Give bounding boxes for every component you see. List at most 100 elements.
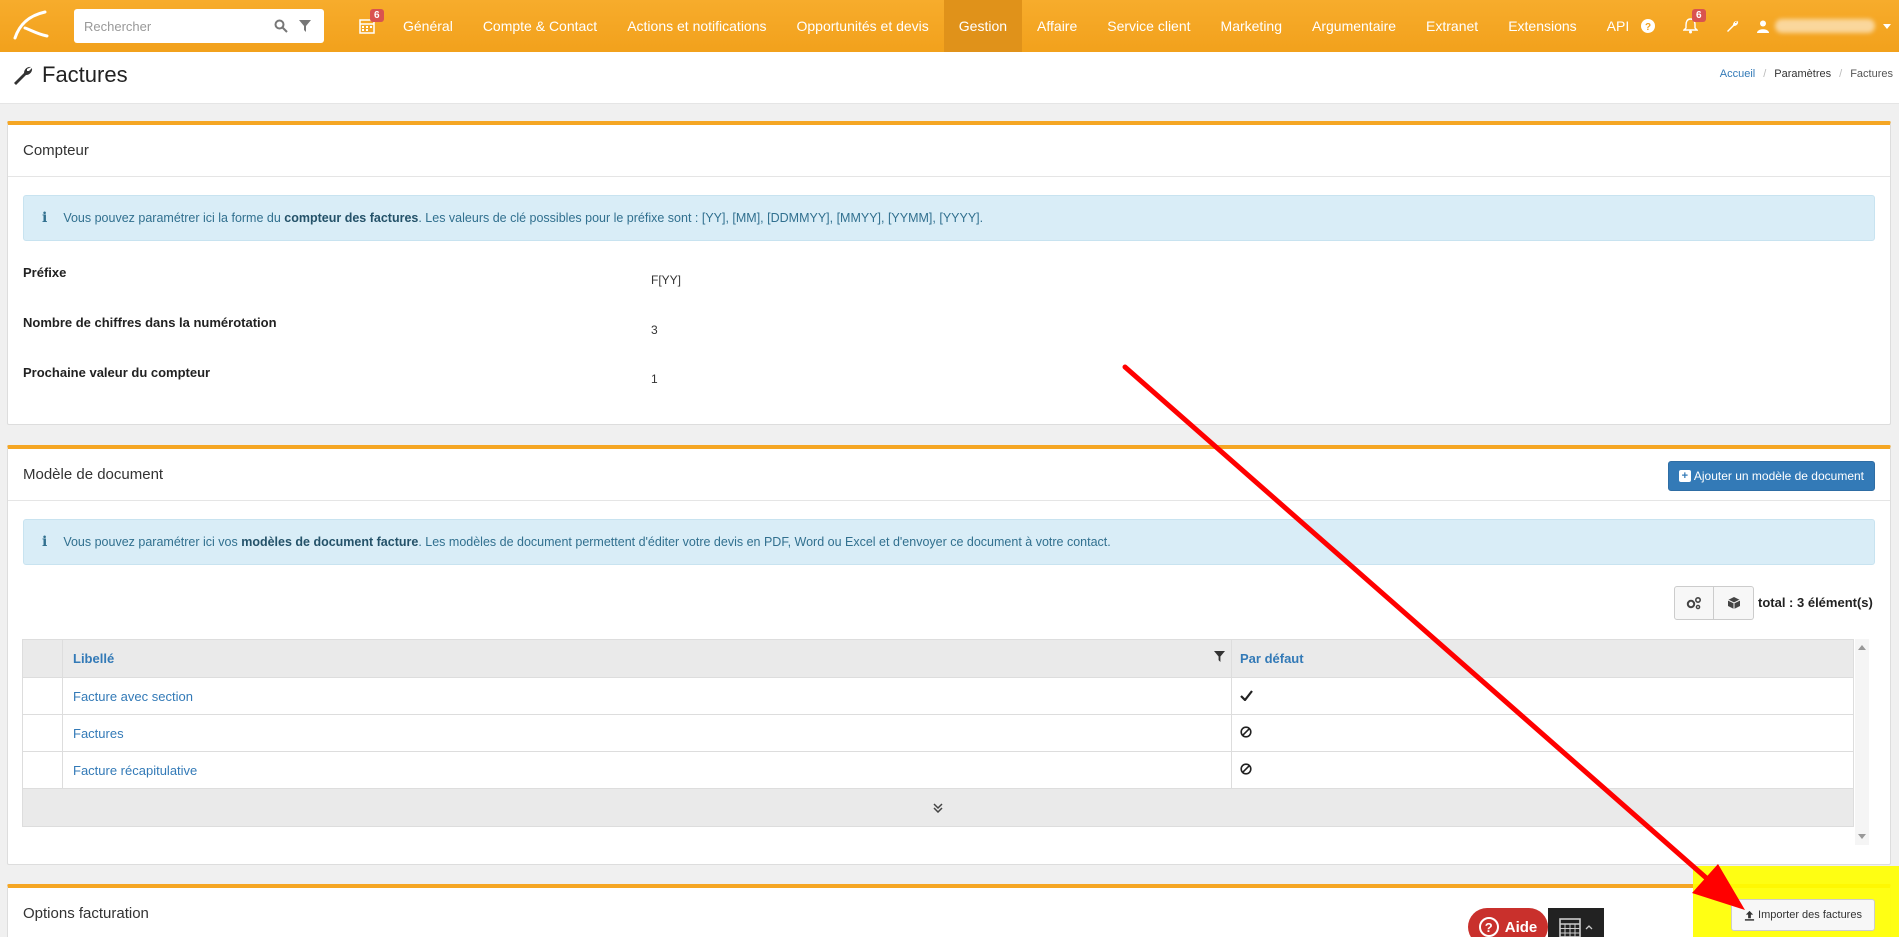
import-invoices-button[interactable]: Importer des factures [1731,899,1875,931]
upload-icon [1744,910,1755,921]
field-label-prefixe: Préfixe [23,265,67,280]
help-button[interactable]: ? [1627,0,1669,52]
row-default-cell [1232,715,1853,751]
field-value-nb-chiffres[interactable]: 3 [651,323,658,337]
nav-item-2[interactable]: Actions et notifications [612,0,781,52]
field-value-prochaine-valeur[interactable]: 1 [651,372,658,386]
calendar-floating-button[interactable] [1548,908,1604,937]
wrench-icon [14,66,33,85]
column-header-par-defaut[interactable]: Par défaut [1232,640,1853,677]
ban-icon [1240,725,1252,741]
main-menu: Général Compte & Contact Actions et notifi… [388,0,1644,52]
grid-total-count: total : 3 élément(s) [1758,595,1873,610]
breadcrumb-home[interactable]: Accueil [1720,68,1755,80]
user-name-redacted [1775,19,1875,33]
row-libelle-link[interactable]: Facture avec section [73,689,193,704]
nav-item-0[interactable]: Général [388,0,468,52]
settings-button[interactable] [1711,0,1753,52]
row-default-cell [1232,752,1853,788]
modele-heading-text: Modèle de document [23,466,164,483]
ban-icon [1240,762,1252,775]
modele-info-alert: i Vous pouvez paramétrer ici vos modèles… [23,519,1875,565]
options-panel: Options facturation [7,884,1891,937]
filter-icon[interactable] [296,17,314,35]
load-more-row[interactable] [23,789,1853,826]
table-row[interactable]: Factures [23,715,1853,752]
field-label-prochaine-valeur: Prochaine valeur du compteur [23,365,211,380]
breadcrumb-separator: / [1763,68,1767,80]
grid-export-button[interactable] [1714,586,1754,620]
notifications-button[interactable]: 6 [1669,0,1711,52]
svg-text:?: ? [1645,22,1651,33]
breadcrumb: Accueil / Paramètres / Factures [1720,68,1893,80]
nav-item-10[interactable]: Extensions [1493,0,1591,52]
table-scrollbar[interactable] [1855,639,1869,845]
column-header-libelle-label: Libellé [73,651,115,666]
notifications-badge: 6 [1692,9,1706,22]
nav-item-3[interactable]: Opportunités et devis [782,0,944,52]
row-select-cell[interactable] [23,715,63,751]
user-menu[interactable] [1753,0,1899,52]
page-title: Factures [12,62,128,88]
column-header-libelle[interactable]: Libellé [63,640,1232,677]
help-floating-button[interactable]: ? Aide [1468,908,1548,937]
row-select-cell[interactable] [23,752,63,788]
nav-item-6[interactable]: Service client [1092,0,1205,52]
app-logo[interactable] [0,0,60,52]
nav-item-9[interactable]: Extranet [1411,0,1493,52]
calendar-badge: 6 [370,9,384,22]
compteur-info-text: Vous pouvez paramétrer ici la forme du c… [63,211,984,225]
double-chevron-down-icon [933,802,943,813]
field-label-nb-chiffres: Nombre de chiffres dans la numérotation [23,315,277,330]
options-heading: Options facturation [8,888,1890,937]
ban-icon [1240,725,1252,738]
calendar-icon [1559,918,1581,937]
wrench-icon [1726,20,1738,32]
row-libelle-link[interactable]: Factures [73,726,124,741]
breadcrumb-settings[interactable]: Paramètres [1774,68,1831,80]
nav-item-8[interactable]: Argumentaire [1297,0,1411,52]
cube-icon [1727,597,1740,609]
search-icon[interactable] [272,17,290,35]
calendar-button[interactable]: 6 [350,0,384,52]
cogs-icon [1686,596,1702,610]
modele-heading: Modèle de document + Ajouter un modèle d… [8,449,1890,501]
row-libelle-cell: Facture récapitulative [63,752,1232,788]
compteur-panel: Compteur i Vous pouvez paramétrer ici la… [7,121,1891,425]
search-box [74,9,324,43]
nav-item-1[interactable]: Compte & Contact [468,0,612,52]
table-body: Facture avec section Factures Facture réca… [23,678,1853,789]
breadcrumb-current: Factures [1850,68,1893,80]
nav-item-5[interactable]: Affaire [1022,0,1092,52]
nav-item-4[interactable]: Gestion [943,0,1023,52]
column-filter-icon[interactable] [1214,650,1225,665]
field-value-prefixe[interactable]: F[YY] [651,273,681,287]
check-icon [1240,689,1253,702]
grid-settings-button[interactable] [1674,586,1714,620]
breadcrumb-separator: / [1839,68,1843,80]
select-column-header[interactable] [23,640,63,677]
table-row[interactable]: Facture récapitulative [23,752,1853,789]
compteur-heading: Compteur [8,125,1890,177]
import-invoices-label: Importer des factures [1758,909,1862,921]
grid-toolbar [1674,586,1754,620]
add-document-model-button[interactable]: + Ajouter un modèle de document [1667,461,1875,491]
page-header: Factures Accueil / Paramètres / Factures [0,52,1899,104]
row-libelle-cell: Factures [63,715,1232,751]
question-icon: ? [1641,19,1655,33]
nav-item-7[interactable]: Marketing [1206,0,1297,52]
row-libelle-link[interactable]: Facture récapitulative [73,763,197,778]
navbar-right: ? 6 [1627,0,1899,52]
table-header-row: Libellé Par défaut [23,640,1853,678]
chevron-up-icon [1585,925,1593,930]
table-row[interactable]: Facture avec section [23,678,1853,715]
search-input[interactable] [84,18,266,34]
page-title-text: Factures [42,62,128,87]
row-default-cell [1232,678,1853,714]
scroll-up-arrow[interactable] [1858,645,1866,650]
scroll-down-arrow[interactable] [1858,834,1866,839]
chevron-down-icon [1883,23,1891,29]
row-select-cell[interactable] [23,678,63,714]
modele-info-text: Vous pouvez paramétrer ici vos modèles d… [63,535,1111,549]
question-circle-icon: ? [1478,917,1499,937]
